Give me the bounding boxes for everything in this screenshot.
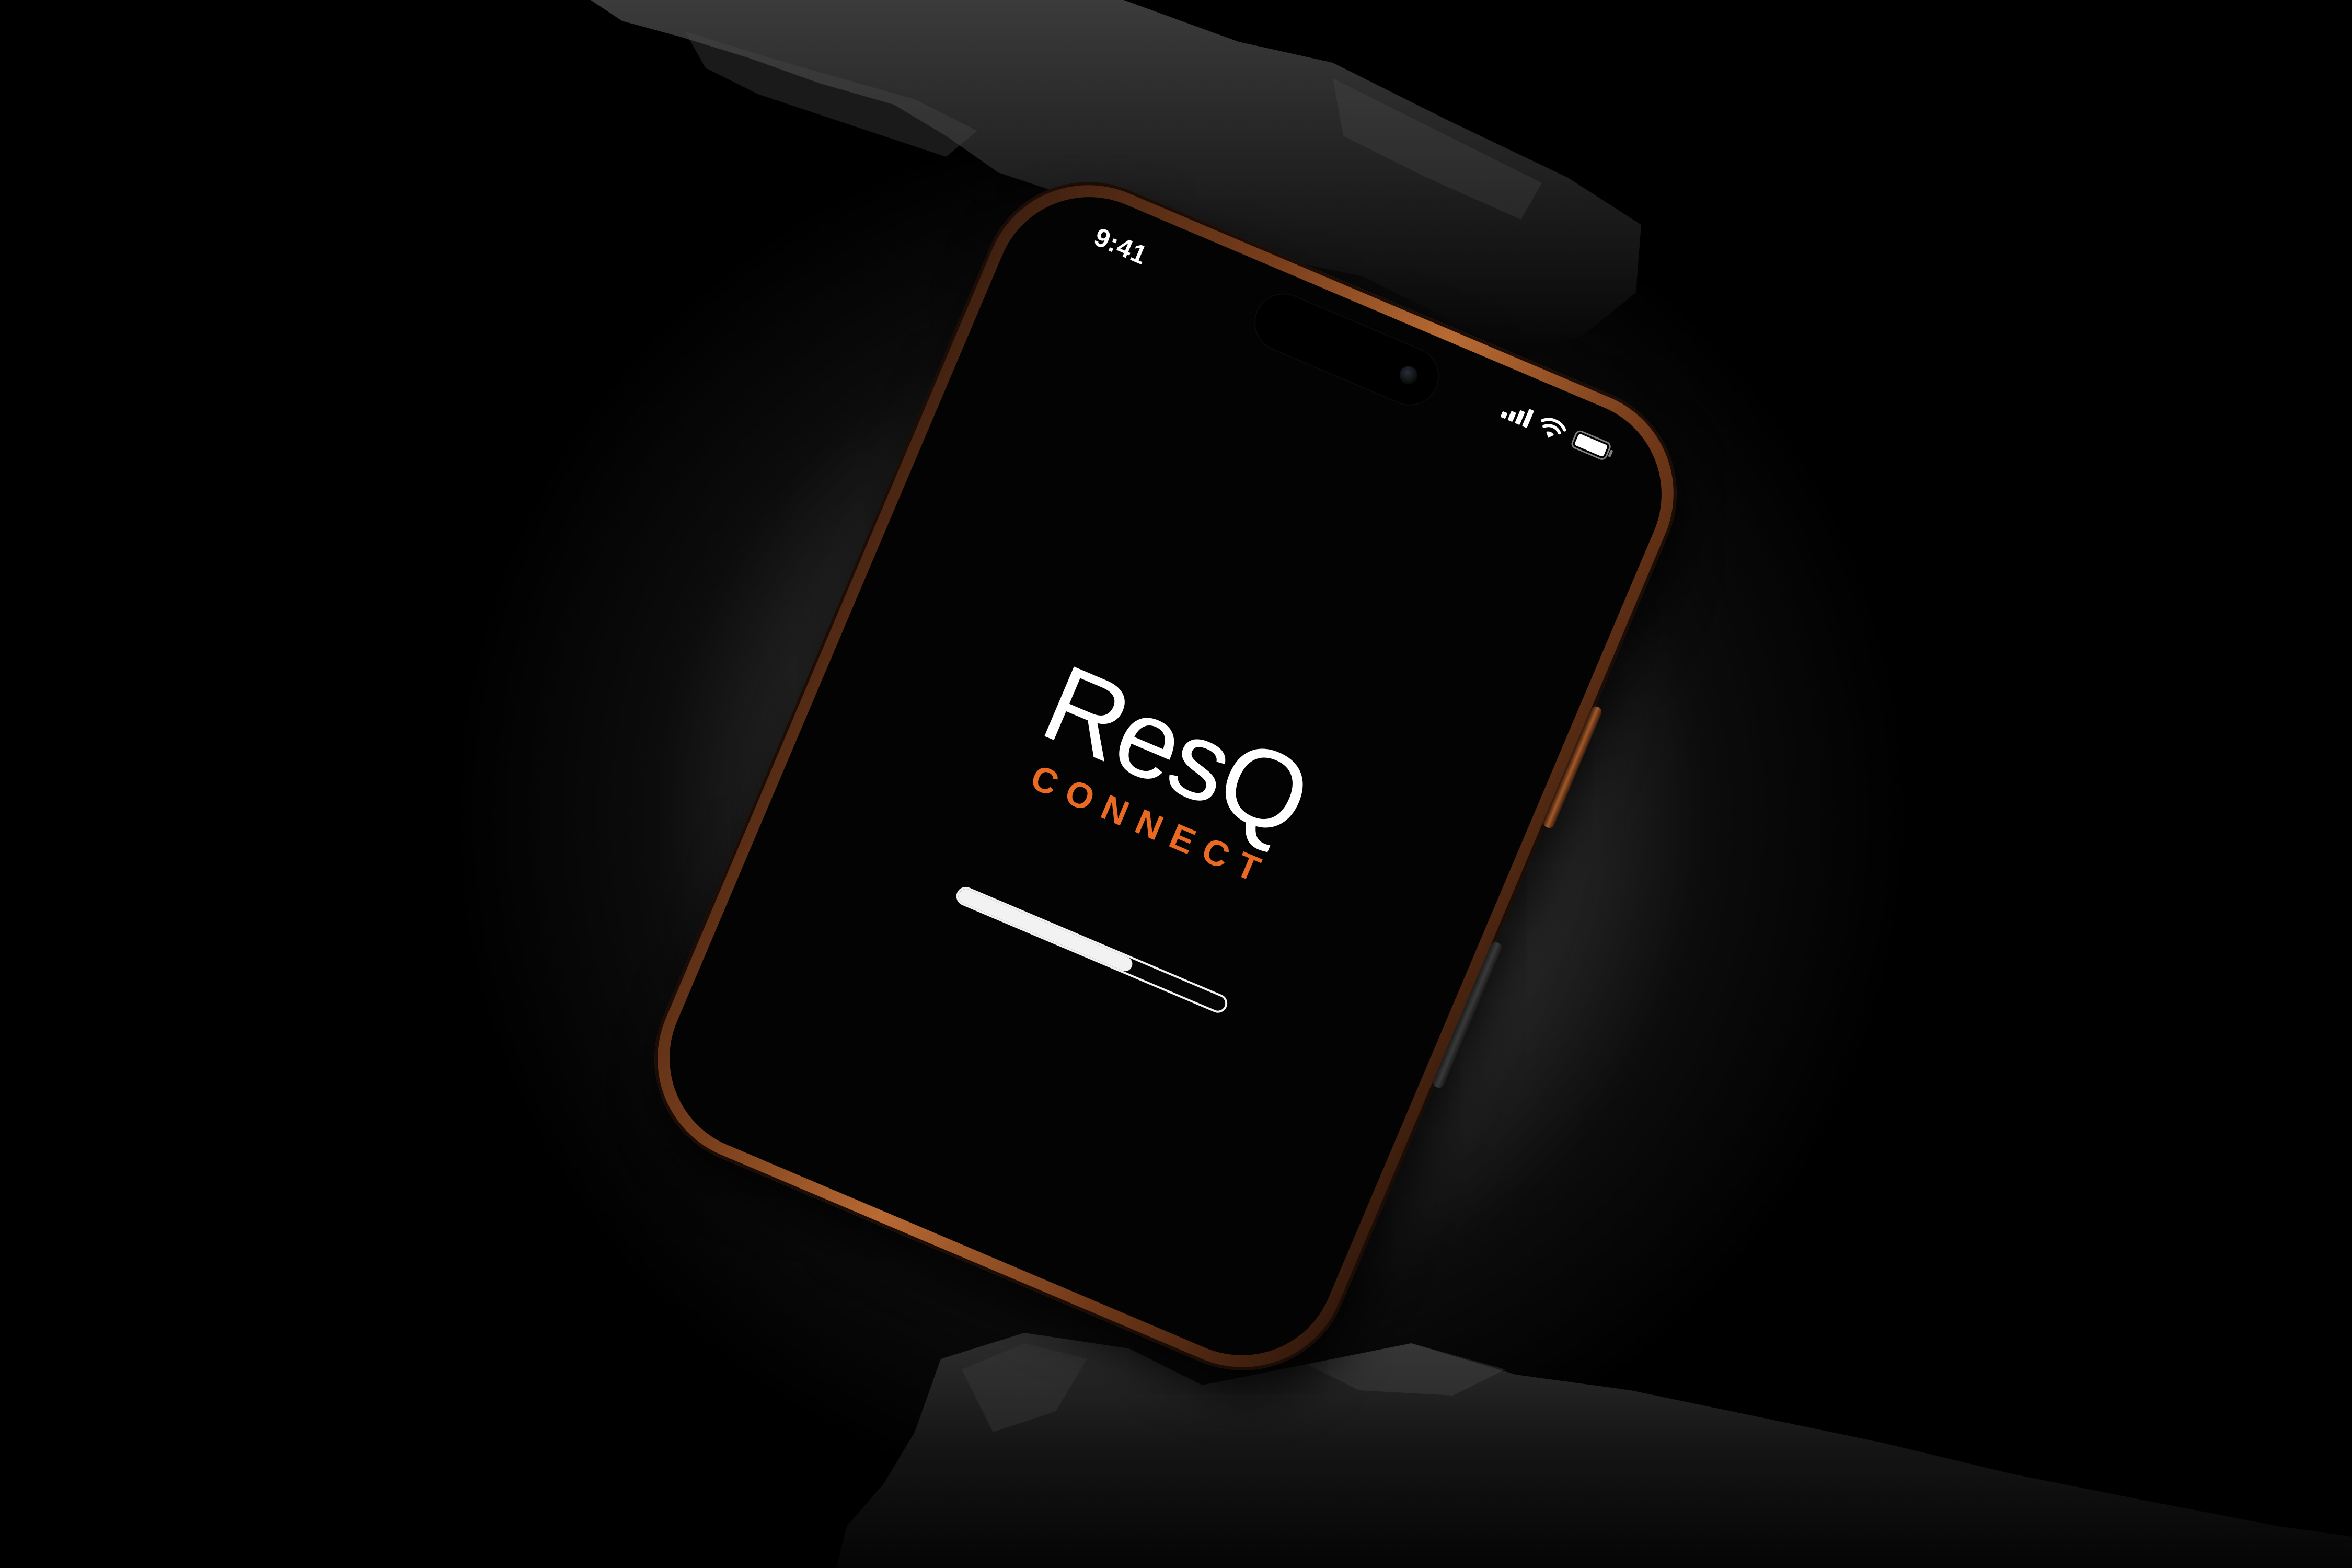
- resq-connect-logo: ResQ CONNECT: [993, 639, 1342, 903]
- status-time: 9:41: [1090, 222, 1152, 271]
- wifi-icon: [1535, 414, 1569, 445]
- battery-icon: [1569, 428, 1617, 466]
- front-camera: [1397, 363, 1421, 387]
- loading-progress-bar: [953, 884, 1230, 1016]
- scene-backdrop: 9:41 ResQ CONNECT: [0, 0, 2352, 1568]
- status-icons: [1500, 399, 1617, 465]
- loading-progress-fill: [956, 886, 1135, 974]
- cellular-signal-icon: [1500, 399, 1535, 431]
- bottom-rock: [836, 1328, 2352, 1568]
